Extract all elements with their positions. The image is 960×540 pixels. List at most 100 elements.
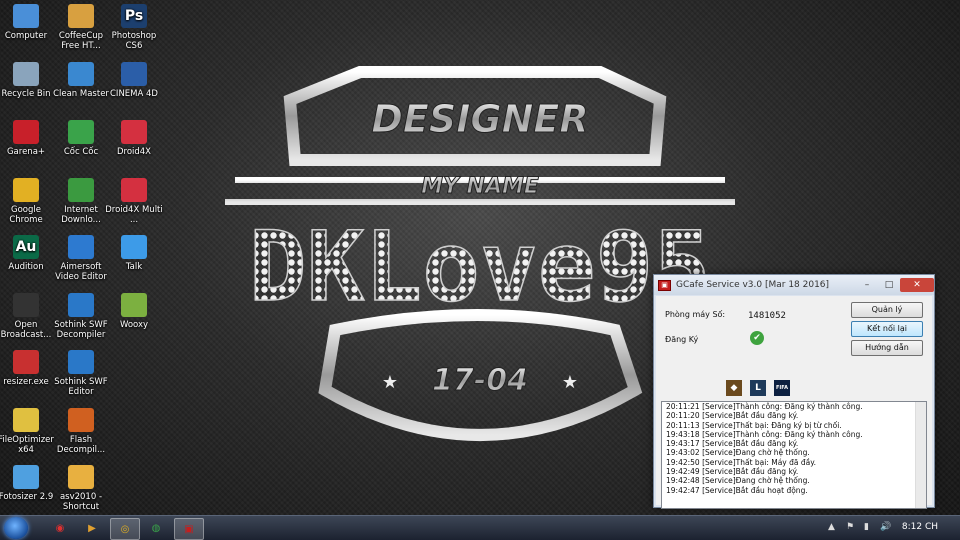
logo-star-right: ★	[562, 372, 578, 393]
desktop-icon-obs[interactable]: Open Broadcast...	[0, 293, 55, 340]
gcafe-app-icon: ▣	[658, 279, 671, 291]
desktop-icon-audition[interactable]: Au Audition	[0, 235, 55, 272]
log-line: 19:42:48 [Service]Đang chờ hệ thống.	[666, 476, 810, 486]
desktop-icon-sothink-editor[interactable]: Sothink SWF Editor	[52, 350, 110, 397]
desktop-icon-chrome[interactable]: Google Chrome	[0, 178, 55, 225]
minimize-button[interactable]: –	[856, 278, 878, 292]
show-hidden-icons-icon[interactable]: ▲	[828, 522, 835, 532]
desktop-icon-droid4x[interactable]: Droid4X	[105, 120, 163, 157]
sothink-icon	[68, 293, 94, 317]
desktop-icon-label: Open Broadcast...	[0, 320, 52, 340]
gcafe-taskbar-icon[interactable]: ▣	[174, 518, 204, 540]
logo-date-text: 17-04	[432, 363, 528, 398]
desktop-icon-sothink[interactable]: Sothink SWF Decompiler	[52, 293, 110, 340]
desktop-icon-label: Sothink SWF Decompiler	[54, 320, 108, 340]
close-button[interactable]: ✕	[900, 278, 934, 292]
pin-app-1-icon[interactable]: ◉	[46, 518, 74, 538]
machine-number-value: 1481052	[748, 311, 786, 321]
wooxy-icon	[121, 293, 147, 317]
talk-icon	[121, 235, 147, 259]
media-player-icon[interactable]: ▶	[78, 518, 106, 538]
desktop-icon-wooxy[interactable]: Wooxy	[105, 293, 163, 330]
flash-decompiler-icon	[68, 408, 94, 432]
reconnect-button[interactable]: Kết nối lại	[851, 321, 923, 337]
gcafe-window-title: GCafe Service v3.0 [Mar 18 2016]	[676, 280, 830, 290]
start-button[interactable]	[4, 517, 28, 539]
desktop-icon-label: Internet Downlo...	[61, 205, 101, 225]
cinema4d-icon	[121, 62, 147, 86]
taskbar-clock[interactable]: 8:12 CH	[902, 522, 938, 532]
log-line: 20:11:13 [Service]Thất bại: Đăng ký bị t…	[666, 420, 842, 430]
desktop-icon-label: CINEMA 4D	[110, 89, 158, 99]
desktop-icon-aimersoft[interactable]: Aimersoft Video Editor	[52, 235, 110, 282]
desktop-icon-talk[interactable]: Talk	[105, 235, 163, 272]
desktop-icon-resizer[interactable]: resizer.exe	[0, 350, 55, 387]
chrome-taskbar-icon[interactable]: ◎	[110, 518, 140, 540]
guide-button[interactable]: Hướng dẫn	[851, 340, 923, 356]
aimersoft-icon	[68, 235, 94, 259]
fotosizer-icon	[13, 465, 39, 489]
desktop-icon-coccoc[interactable]: Cốc Cốc	[52, 120, 110, 157]
desktop-icon-computer[interactable]: Computer	[0, 4, 55, 41]
garena-icon	[13, 120, 39, 144]
logo-dklove95-text: DKLove95	[249, 211, 711, 323]
desktop-icon-photoshop[interactable]: Ps Photoshop CS6	[105, 4, 163, 51]
desktop-icon-label: Computer	[4, 31, 48, 41]
desktop-icon-label: Audition	[8, 262, 44, 272]
logo-designer-text: DESIGNER	[371, 97, 588, 141]
desktop-icon-fotosizer[interactable]: Fotosizer 2.9	[0, 465, 55, 502]
machine-number-label: Phòng máy Số:	[665, 310, 726, 319]
desktop-icon-label: Talk	[125, 262, 143, 272]
desktop-icon-label: asv2010 - Shortcut	[59, 492, 103, 512]
desktop-icon-label: resizer.exe	[3, 377, 49, 387]
droid4x-icon	[121, 120, 147, 144]
gcafe-body: Phòng máy Số: 1481052 Đăng Ký ✔ Quản lý …	[656, 296, 932, 509]
desktop-icon-label: Droid4X Multi ...	[105, 205, 163, 225]
maximize-button[interactable]: □	[878, 278, 900, 292]
manage-button[interactable]: Quản lý	[851, 302, 923, 318]
log-line: 20:11:20 [Service]Bắt đầu đăng ký.	[666, 411, 799, 421]
log-line: 19:43:18 [Service]Thành công: Đăng ký th…	[666, 429, 863, 439]
desktop-icon-recycle-bin[interactable]: Recycle Bin	[0, 62, 55, 99]
fifa-icon[interactable]: FIFA	[774, 380, 790, 396]
logo-myname-text: MY NAME	[421, 174, 539, 199]
computer-icon	[13, 4, 39, 28]
desktop-icon-label: Google Chrome	[9, 205, 43, 225]
desktop-icon-label: Garena+	[6, 147, 46, 157]
log-line: 20:11:21 [Service]Thành công: Đăng ký th…	[666, 402, 863, 411]
desktop-icon-label: Photoshop CS6	[111, 31, 157, 51]
network-icon[interactable]: ▮	[864, 522, 869, 532]
desktop-icon-fileoptimizer[interactable]: FileOptimizer x64	[0, 408, 55, 455]
lol-icon[interactable]: L	[750, 380, 766, 396]
action-center-icon[interactable]: ⚑	[846, 522, 854, 532]
desktop-icon-label: CoffeeCup Free HT...	[58, 31, 104, 51]
desktop-icon-flash-decompiler[interactable]: Flash Decompil...	[52, 408, 110, 455]
desktop-icon-garena[interactable]: Garena+	[0, 120, 55, 157]
gcafe-titlebar[interactable]: ▣ GCafe Service v3.0 [Mar 18 2016] – □ ✕	[654, 275, 934, 295]
coccoc-icon	[68, 120, 94, 144]
fileoptimizer-icon	[13, 408, 39, 432]
photoshop-icon: Ps	[121, 4, 147, 28]
desktop-icon-label: Clean Master	[53, 89, 109, 99]
droid4x-multi-icon	[121, 178, 147, 202]
desktop-icon-asv2010[interactable]: asv2010 - Shortcut	[52, 465, 110, 512]
service-log[interactable]: 20:11:21 [Service]Thành công: Đăng ký th…	[661, 401, 927, 509]
desktop-icon-droid4x-multi[interactable]: Droid4X Multi ...	[105, 178, 163, 225]
idm-icon	[68, 178, 94, 202]
desktop-icon-cinema4d[interactable]: CINEMA 4D	[105, 62, 163, 99]
log-line: 19:42:49 [Service]Bắt đầu đăng ký.	[666, 467, 799, 477]
clean-master-icon	[68, 62, 94, 86]
game-1-icon[interactable]: ◆	[726, 380, 742, 396]
log-line: 19:42:50 [Service]Thất bại: Máy đã đầy.	[666, 457, 816, 467]
gcafe-service-window[interactable]: ▣ GCafe Service v3.0 [Mar 18 2016] – □ ✕…	[653, 274, 935, 509]
volume-icon[interactable]: 🔊	[880, 522, 891, 532]
desktop-icon-coffeecup[interactable]: CoffeeCup Free HT...	[52, 4, 110, 51]
desktop-icon-label: Recycle Bin	[1, 89, 51, 99]
obs-icon	[13, 293, 39, 317]
log-scrollbar[interactable]	[915, 402, 926, 508]
coffeecup-icon	[68, 4, 94, 28]
desktop-icon-clean-master[interactable]: Clean Master	[52, 62, 110, 99]
coccoc-taskbar-icon[interactable]: ◍	[142, 518, 170, 538]
asv2010-icon	[68, 465, 94, 489]
desktop-icon-idm[interactable]: Internet Downlo...	[52, 178, 110, 225]
